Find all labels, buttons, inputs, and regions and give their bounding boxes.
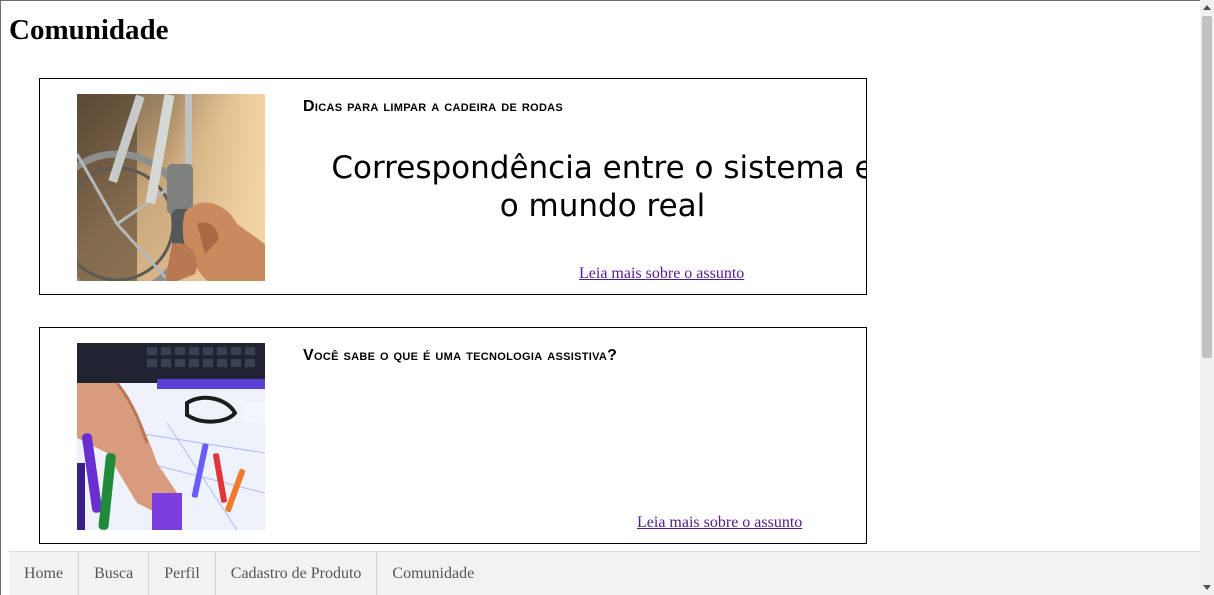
- nav-item-comunidade[interactable]: Comunidade: [377, 552, 489, 595]
- article-image[interactable]: [77, 343, 265, 530]
- window-left-border: [0, 0, 1, 595]
- article-heading: Você sabe o que é uma tecnologia assisti…: [303, 347, 618, 364]
- nav-item-cadastro-de-produto[interactable]: Cadastro de Produto: [216, 552, 378, 595]
- bottom-navigation: Home Busca Perfil Cadastro de Produto Co…: [9, 551, 1200, 595]
- article-body: Correspondência entre o sistema e o mund…: [331, 150, 867, 224]
- article-card: Você sabe o que é uma tecnologia assisti…: [39, 327, 867, 544]
- page-title: Comunidade: [9, 14, 169, 46]
- nav-item-perfil[interactable]: Perfil: [149, 552, 216, 595]
- article-card: Dicas para limpar a cadeira de rodas Cor…: [39, 78, 867, 295]
- assistive-technology-image: [77, 343, 265, 530]
- read-more-link[interactable]: Leia mais sobre o assunto: [637, 514, 802, 532]
- scrollbar-thumb[interactable]: [1202, 16, 1212, 358]
- wheelchair-cleaning-image: [77, 94, 265, 281]
- window-top-border: [0, 0, 1214, 1]
- scroll-up-arrow-icon[interactable]: [1203, 5, 1211, 10]
- article-heading: Dicas para limpar a cadeira de rodas: [303, 98, 564, 115]
- vertical-scrollbar[interactable]: [1200, 0, 1214, 595]
- article-image[interactable]: [77, 94, 265, 281]
- nav-item-busca[interactable]: Busca: [79, 552, 150, 595]
- nav-item-home[interactable]: Home: [9, 552, 80, 595]
- scroll-down-arrow-icon[interactable]: [1203, 585, 1211, 590]
- read-more-link[interactable]: Leia mais sobre o assunto: [579, 265, 744, 283]
